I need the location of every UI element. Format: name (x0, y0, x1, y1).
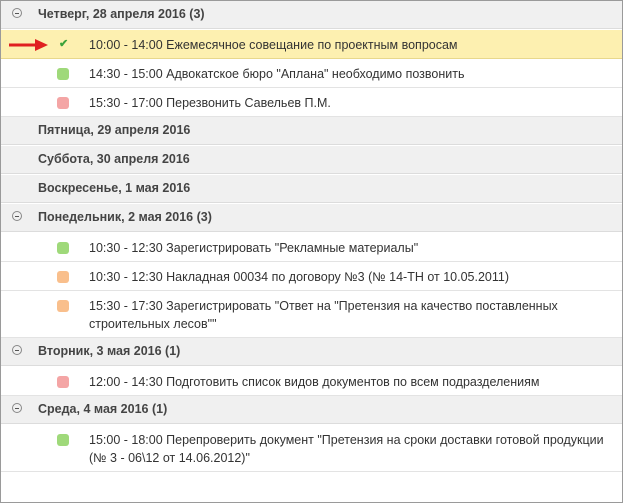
task-status-icon (57, 97, 69, 109)
task-text: 10:00 - 14:00 Ежемесячное совещание по п… (89, 38, 458, 52)
task-status-icon (57, 242, 69, 254)
task-text: 10:30 - 12:30 Накладная 00034 по договор… (89, 270, 510, 284)
day-label: Воскресенье, 1 мая 2016 (38, 181, 191, 195)
day-label: Вторник, 3 мая 2016 (1) (38, 344, 181, 358)
day-group-header[interactable]: Четверг, 28 апреля 2016 (3) (1, 1, 622, 29)
collapse-toggle-icon[interactable] (12, 403, 22, 413)
task-row[interactable]: 10:30 - 12:30 Накладная 00034 по договор… (1, 262, 622, 291)
task-status-icon (57, 434, 69, 446)
red-arrow-icon (9, 39, 48, 51)
day-label: Четверг, 28 апреля 2016 (3) (38, 7, 205, 21)
collapse-toggle-icon[interactable] (12, 8, 22, 18)
task-row[interactable]: 12:00 - 14:30 Подготовить список видов д… (1, 367, 622, 396)
day-label: Суббота, 30 апреля 2016 (38, 152, 190, 166)
day-group-header[interactable]: Вторник, 3 мая 2016 (1) (1, 338, 622, 366)
day-label: Пятница, 29 апреля 2016 (38, 123, 191, 137)
collapse-toggle-icon[interactable] (12, 345, 22, 355)
day-group-header[interactable]: Пятница, 29 апреля 2016 (1, 117, 622, 145)
task-text: 14:30 - 15:00 Адвокатское бюро "Аплана" … (89, 67, 465, 81)
day-group-header[interactable]: Среда, 4 мая 2016 (1) (1, 396, 622, 424)
day-group-header[interactable]: Суббота, 30 апреля 2016 (1, 146, 622, 174)
task-row[interactable]: 15:30 - 17:00 Перезвонить Савельев П.М. (1, 88, 622, 117)
task-row[interactable]: 15:30 - 17:30 Зарегистрировать "Ответ на… (1, 291, 622, 338)
collapse-toggle-icon[interactable] (12, 211, 22, 221)
task-text: 15:30 - 17:00 Перезвонить Савельев П.М. (89, 96, 331, 110)
day-label: Среда, 4 мая 2016 (1) (38, 402, 168, 416)
task-row[interactable]: ✔ 10:00 - 14:00 Ежемесячное совещание по … (1, 30, 622, 59)
task-row[interactable]: 10:30 - 12:30 Зарегистрировать "Рекламны… (1, 233, 622, 262)
day-group-header[interactable]: Воскресенье, 1 мая 2016 (1, 175, 622, 203)
task-status-icon (57, 271, 69, 283)
task-text: 15:00 - 18:00 Перепроверить документ "Пр… (89, 433, 604, 465)
day-label: Понедельник, 2 мая 2016 (3) (38, 210, 212, 224)
task-status-icon (57, 376, 69, 388)
task-text: 15:30 - 17:30 Зарегистрировать "Ответ на… (89, 299, 558, 331)
task-status-icon (57, 68, 69, 80)
task-status-icon (57, 300, 69, 312)
task-list: Четверг, 28 апреля 2016 (3) ✔ 10:00 - 14:0… (0, 0, 623, 503)
done-check-icon: ✔ (59, 38, 69, 50)
task-row[interactable]: 14:30 - 15:00 Адвокатское бюро "Аплана" … (1, 59, 622, 88)
day-group-header[interactable]: Понедельник, 2 мая 2016 (3) (1, 204, 622, 232)
task-text: 10:30 - 12:30 Зарегистрировать "Рекламны… (89, 241, 419, 255)
task-text: 12:00 - 14:30 Подготовить список видов д… (89, 375, 540, 389)
task-row[interactable]: 15:00 - 18:00 Перепроверить документ "Пр… (1, 425, 622, 472)
